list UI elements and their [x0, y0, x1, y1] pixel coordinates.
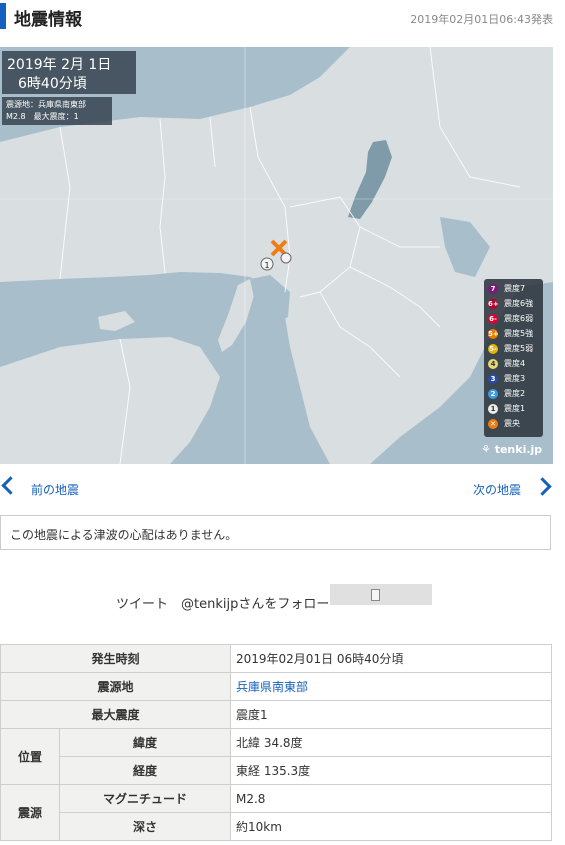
legend-label: 震度5弱	[504, 344, 534, 353]
issued-time: 2019年02月01日06:43発表	[410, 13, 553, 26]
epicenter-label: 震源地	[0, 672, 231, 701]
next-earthquake-label: 次の地震	[473, 483, 522, 497]
shindo-1-mark: 1	[264, 261, 269, 270]
table-row: 経度 東経 135.3度	[1, 756, 552, 785]
legend-swatch-icon: 5-	[488, 344, 498, 354]
longitude-label: 経度	[59, 756, 231, 785]
legend-swatch-icon: 3	[488, 374, 498, 384]
legend-label: 震度6強	[504, 299, 534, 308]
map-date: 2019年 2月 1日	[7, 57, 112, 73]
legend-item: 7 震度7	[488, 282, 543, 296]
legend-item: 2 震度2	[488, 387, 543, 401]
depth-value: 約10km	[230, 812, 552, 841]
legend-item: 3 震度3	[488, 372, 543, 386]
legend-swatch-icon: 5+	[488, 329, 499, 339]
map-time: 6時40分頃	[18, 76, 87, 92]
legend-item: 1 震度1	[488, 402, 543, 416]
legend-swatch-icon: 4	[488, 359, 498, 369]
legend-label: 震度4	[504, 359, 526, 368]
legend-item: 4 震度4	[488, 357, 543, 371]
legend-swatch-icon: 1	[488, 404, 498, 414]
legend-label: 震度6弱	[504, 314, 534, 323]
legend-swatch-icon: ✕	[488, 419, 498, 429]
legend-item: 5- 震度5弱	[488, 342, 543, 356]
latitude-label: 緯度	[59, 728, 231, 757]
legend-swatch-icon: 6-	[488, 314, 498, 324]
legend-label: 震度1	[504, 404, 526, 413]
table-row: 発生時刻 2019年02月01日 06時40分頃	[0, 644, 552, 673]
legend-swatch-icon: 7	[488, 284, 498, 294]
prev-earthquake-label: 前の地震	[31, 483, 80, 497]
header-accent-bar	[0, 3, 6, 29]
map-magnitude-text: M2.8 最大震度：1	[6, 112, 79, 121]
legend-swatch-icon: 6+	[488, 299, 499, 309]
table-row: 震源地 兵庫県南東部	[0, 672, 552, 701]
earthquake-details-table: 発生時刻 2019年02月01日 06時40分頃 震源地 兵庫県南東部 最大震度…	[0, 644, 552, 841]
longitude-value: 東経 135.3度	[230, 756, 552, 785]
tsunami-notice: この地震による津波の心配はありません。	[0, 515, 551, 550]
legend-item: ✕ 震央	[488, 417, 543, 431]
position-label: 位置	[0, 728, 60, 785]
source-label: 震源	[0, 784, 60, 841]
magnitude-value: M2.8	[230, 784, 552, 813]
occurred-time-label: 発生時刻	[0, 644, 231, 673]
legend-label: 震度3	[504, 374, 526, 383]
legend-label: 震度7	[504, 284, 526, 293]
earthquake-map: 1 2019年 2月 1日 6時40分頃 震源地：兵庫県南東部 M2.8 最大震…	[0, 47, 553, 464]
legend-swatch-icon: 2	[488, 389, 498, 399]
next-earthquake-link[interactable]: 次の地震	[470, 477, 565, 501]
follow-text: ツイート @tenkijpさんをフォロー	[116, 597, 330, 612]
legend-label: 震度2	[504, 389, 526, 398]
table-row: 位置 緯度 北緯 34.8度	[0, 728, 552, 785]
tsunami-text: この地震による津波の心配はありません。	[10, 528, 238, 542]
chevron-right-icon	[533, 477, 552, 496]
legend-label: 震央	[504, 419, 520, 428]
page-header: 地震情報 2019年02月01日06:43発表	[0, 0, 565, 36]
legend-label: 震度5強	[504, 329, 534, 338]
intensity-legend: 7 震度7 6+ 震度6強 6- 震度6弱 5+ 震度5強 5- 震度5弱 4 震度4 3 震度3 2 震度2…	[484, 279, 543, 437]
occurred-time-value: 2019年02月01日 06時40分頃	[230, 644, 552, 673]
broken-image-icon	[371, 589, 380, 601]
depth-label: 深さ	[59, 812, 231, 841]
magnitude-label: マグニチュード	[59, 784, 231, 813]
table-row: 震源 マグニチュード M2.8	[0, 784, 552, 841]
table-row: 最大震度 震度1	[0, 700, 552, 729]
follow-button[interactable]	[330, 584, 432, 605]
max-intensity-value: 震度1	[230, 700, 552, 729]
legend-item: 6+ 震度6強	[488, 297, 543, 311]
chevron-left-icon	[1, 476, 20, 495]
legend-item: 6- 震度6弱	[488, 312, 543, 326]
map-datetime: 2019年 2月 1日 6時40分頃	[2, 51, 136, 94]
page-title: 地震情報	[14, 10, 82, 30]
epicenter-link[interactable]: 兵庫県南東部	[230, 672, 552, 701]
tenki-logo: ⚘ tenki.jp	[481, 443, 543, 456]
map-epicenter-text: 震源地：兵庫県南東部	[6, 100, 86, 109]
legend-item: 5+ 震度5強	[488, 327, 543, 341]
max-intensity-label: 最大震度	[0, 700, 231, 729]
latitude-value: 北緯 34.8度	[230, 728, 552, 757]
table-row: 深さ 約10km	[1, 812, 552, 841]
map-quake-info: 震源地：兵庫県南東部 M2.8 最大震度：1	[2, 97, 112, 125]
